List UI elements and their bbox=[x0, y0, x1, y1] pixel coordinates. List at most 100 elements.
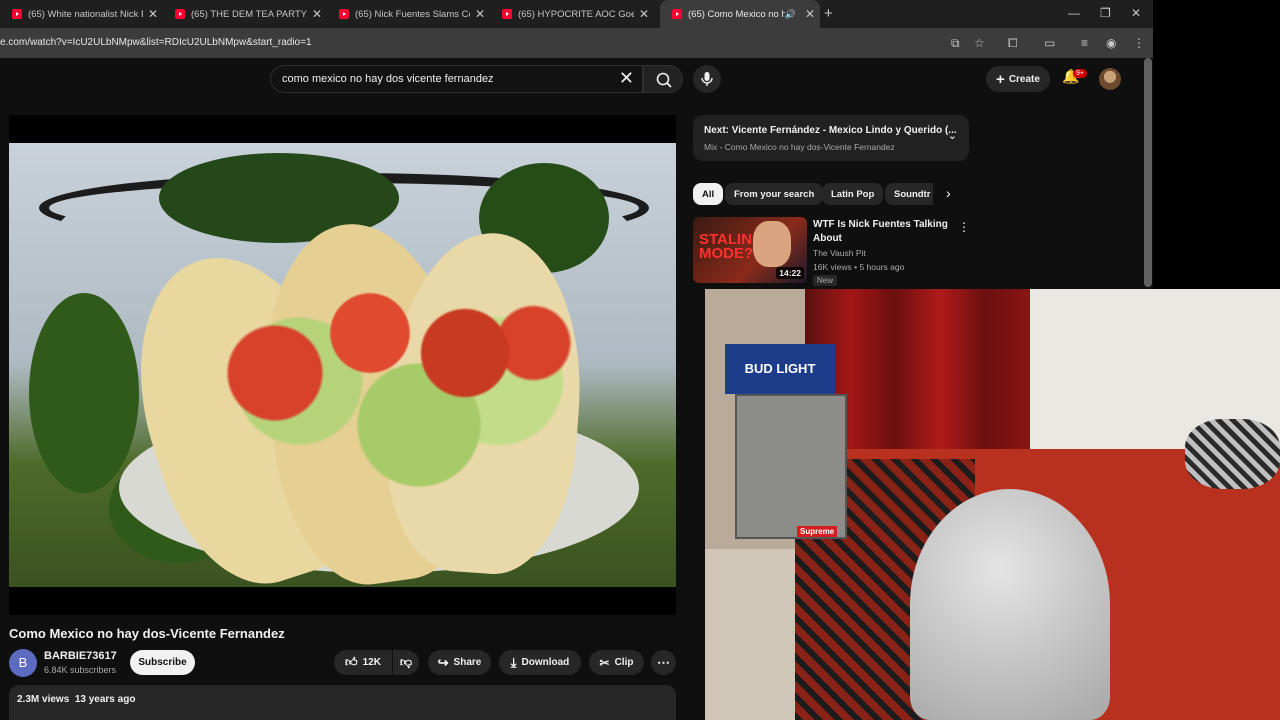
more-actions-button[interactable]: ⋯ bbox=[651, 650, 676, 675]
dislike-button[interactable]: 👎︎ bbox=[393, 650, 419, 675]
like-count: 12K bbox=[362, 657, 381, 668]
clear-search-icon[interactable]: ✕ bbox=[619, 68, 634, 89]
video-player[interactable] bbox=[9, 115, 676, 615]
fridge-sticker: Supreme bbox=[797, 526, 838, 537]
pillow-shape bbox=[1185, 419, 1280, 489]
more-vert-icon[interactable]: ⋮ bbox=[958, 220, 970, 234]
recommendation-title[interactable]: WTF Is Nick Fuentes Talking About bbox=[813, 218, 948, 246]
share-label: Share bbox=[453, 657, 482, 668]
browser-tab-active[interactable]: (65) Como Mexico no hay dos 🔊 ✕ bbox=[660, 0, 820, 28]
mix-next-card[interactable]: Next: Vicente Fernández - Mexico Lindo y… bbox=[693, 115, 969, 161]
search-icon bbox=[656, 72, 672, 88]
video-title: Como Mexico no hay dos-Vicente Fernandez bbox=[9, 626, 285, 641]
video-duration: 14:22 bbox=[776, 267, 804, 279]
channel-avatar[interactable]: B bbox=[9, 649, 37, 677]
recommendation-thumbnail[interactable]: STALIN MODE? 14:22 bbox=[693, 217, 807, 283]
new-badge: New bbox=[813, 275, 838, 286]
thumbnail-text: STALIN MODE? bbox=[699, 231, 754, 262]
scissors-icon: ✂ bbox=[599, 655, 610, 670]
minimize-icon[interactable]: — bbox=[1068, 6, 1080, 20]
install-app-icon[interactable]: ⧉ bbox=[951, 36, 960, 51]
youtube-favicon-icon bbox=[502, 9, 512, 19]
voice-search-button[interactable] bbox=[693, 65, 721, 93]
tab-close-icon[interactable]: ✕ bbox=[800, 7, 820, 21]
recommendation-channel[interactable]: The Vaush Pit bbox=[813, 248, 866, 258]
tab-title: (65) Nick Fuentes Slams Congress bbox=[355, 8, 470, 20]
browser-tab[interactable]: (65) Nick Fuentes Slams Congress ✕ bbox=[327, 0, 490, 28]
youtube-favicon-icon bbox=[672, 9, 682, 19]
tab-title: (65) Como Mexico no hay dos bbox=[688, 8, 785, 20]
upload-age: 13 years ago bbox=[74, 694, 136, 705]
more-dots-icon: ⋯ bbox=[657, 654, 670, 670]
recommendation-views-age: 16K views • 5 hours ago bbox=[813, 262, 905, 272]
profile-icon[interactable]: ◉ bbox=[1106, 36, 1116, 50]
description-box[interactable]: 2.3M views 13 years ago bbox=[9, 685, 676, 720]
webcam-overlay: Supreme BUD LIGHT bbox=[705, 289, 1280, 720]
download-label: Download bbox=[521, 657, 570, 668]
person-under-towel-shape bbox=[910, 489, 1110, 720]
like-button[interactable]: 👍︎ 12K bbox=[334, 650, 392, 675]
download-button[interactable]: ⤓ Download bbox=[499, 650, 581, 675]
tab-close-icon[interactable]: ✕ bbox=[634, 7, 654, 21]
browser-tab[interactable]: (65) White nationalist Nick Fuentes ✕ bbox=[0, 0, 163, 28]
thumbs-down-icon: 👎︎ bbox=[399, 655, 413, 669]
share-button[interactable]: ↪ Share bbox=[428, 650, 491, 675]
create-button[interactable]: + Create bbox=[986, 66, 1050, 92]
pepper-shape bbox=[29, 293, 139, 493]
window-close-icon[interactable]: ✕ bbox=[1131, 6, 1141, 20]
clip-button[interactable]: ✂ Clip bbox=[589, 650, 644, 675]
tab-close-icon[interactable]: ✕ bbox=[307, 7, 327, 21]
subscriber-count: 6.84K subscribers bbox=[44, 665, 117, 675]
chevron-down-icon[interactable]: ⌄ bbox=[948, 129, 957, 142]
tab-title: (65) White nationalist Nick Fuentes bbox=[28, 8, 143, 20]
search-box[interactable]: como mexico no hay dos vicente fernandez… bbox=[270, 65, 643, 93]
chip-latin-pop[interactable]: Latin Pop bbox=[822, 183, 884, 205]
page-scrollbar[interactable] bbox=[1144, 58, 1152, 287]
extensions-icon[interactable]: ⧠ bbox=[1008, 36, 1018, 51]
microphone-icon bbox=[701, 72, 713, 86]
clip-label: Clip bbox=[614, 657, 634, 668]
search-button[interactable] bbox=[643, 65, 683, 93]
share-arrow-icon: ↪ bbox=[437, 654, 449, 670]
media-queue-icon[interactable]: ≡ bbox=[1081, 36, 1088, 50]
new-tab-icon[interactable]: + bbox=[824, 5, 833, 22]
tab-title: (65) THE DEM TEA PARTY IS HERE bbox=[191, 8, 307, 20]
bookmark-star-icon[interactable]: ☆ bbox=[974, 36, 985, 50]
tab-close-icon[interactable]: ✕ bbox=[470, 7, 490, 21]
browser-tab[interactable]: (65) THE DEM TEA PARTY IS HERE ✕ bbox=[163, 0, 327, 28]
account-avatar[interactable] bbox=[1099, 68, 1121, 90]
browser-menu-icon[interactable]: ⋮ bbox=[1133, 36, 1145, 50]
channel-name[interactable]: BARBIE73617 bbox=[44, 650, 117, 662]
chip-from-your-search[interactable]: From your search bbox=[725, 183, 824, 205]
mini-fridge-shape: Supreme bbox=[735, 394, 847, 539]
browser-tab-strip: (65) White nationalist Nick Fuentes ✕ (6… bbox=[0, 0, 1153, 28]
next-video-title: Next: Vicente Fernández - Mexico Lindo y… bbox=[704, 125, 957, 136]
create-label: Create bbox=[1008, 73, 1040, 85]
chip-soundtrack[interactable]: Soundtr bbox=[885, 183, 933, 205]
restore-icon[interactable]: ❐ bbox=[1100, 6, 1111, 20]
plus-icon: + bbox=[996, 70, 1005, 88]
address-bar[interactable]: e.com/watch?v=IcU2ULbNMpw&list=RDIcU2ULb… bbox=[0, 28, 1153, 58]
chip-all[interactable]: All bbox=[693, 183, 724, 205]
chevron-right-icon[interactable]: › bbox=[946, 185, 951, 201]
split-view-icon[interactable]: ▭ bbox=[1044, 36, 1055, 50]
mix-title: Mix - Como Mexico no hay dos-Vicente Fer… bbox=[704, 142, 895, 152]
youtube-favicon-icon bbox=[339, 9, 349, 19]
url-text[interactable]: e.com/watch?v=IcU2ULbNMpw&list=RDIcU2ULb… bbox=[0, 37, 312, 48]
subscribe-button[interactable]: Subscribe bbox=[130, 650, 195, 675]
youtube-favicon-icon bbox=[175, 9, 185, 19]
tomato-shape bbox=[199, 253, 579, 453]
tab-close-icon[interactable]: ✕ bbox=[143, 7, 163, 21]
view-count: 2.3M views bbox=[17, 694, 70, 705]
youtube-favicon-icon bbox=[12, 9, 22, 19]
speaker-icon[interactable]: 🔊 bbox=[785, 9, 796, 20]
thumbs-up-icon: 👍︎ bbox=[345, 655, 358, 669]
browser-tab[interactable]: (65) HYPOCRITE AOC Goes ALL ✕ bbox=[490, 0, 654, 28]
views-and-age: 2.3M views 13 years ago bbox=[17, 694, 135, 705]
video-frame bbox=[9, 143, 676, 587]
search-input[interactable]: como mexico no hay dos vicente fernandez bbox=[282, 73, 494, 85]
tab-title: (65) HYPOCRITE AOC Goes ALL bbox=[518, 8, 634, 20]
download-icon: ⤓ bbox=[510, 654, 517, 670]
floor-shape bbox=[705, 549, 805, 720]
notification-badge: 9+ bbox=[1073, 69, 1087, 78]
